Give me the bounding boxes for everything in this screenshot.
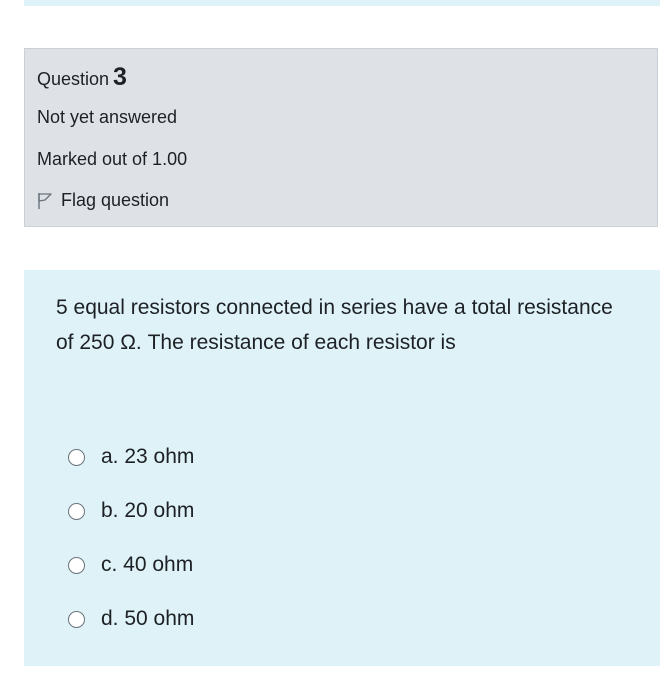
previous-question-strip [24, 0, 660, 6]
question-number: 3 [113, 63, 127, 91]
radio-button-d[interactable] [68, 610, 85, 628]
answer-label-b: b. 20 ohm [101, 499, 195, 522]
answer-option-b[interactable]: b. 20 ohm [68, 484, 194, 538]
radio-button-a[interactable] [68, 448, 85, 466]
radio-button-c[interactable] [68, 556, 85, 574]
answer-label-c: c. 40 ohm [101, 553, 194, 576]
answer-option-c[interactable]: c. 40 ohm [68, 538, 194, 592]
answer-option-d[interactable]: d. 50 ohm [68, 592, 194, 646]
radio-button-b[interactable] [68, 502, 85, 520]
question-text: 5 equal resistors connected in series ha… [56, 296, 613, 354]
answer-label-d: d. 50 ohm [101, 607, 195, 630]
flag-question-button[interactable]: Flag question [37, 190, 169, 211]
question-info-panel: Question 3 Not yet answered Marked out of… [24, 48, 658, 227]
question-state: Not yet answered [37, 107, 178, 127]
question-heading: Question 3 [37, 63, 127, 92]
flag-question-label: Flag question [61, 190, 170, 210]
answer-label-a: a. 23 ohm [101, 445, 195, 468]
question-content-panel: 5 equal resistors connected in series ha… [24, 270, 660, 666]
answer-option-a[interactable]: a. 23 ohm [68, 430, 194, 484]
answer-list: a. 23 ohm b. 20 ohm c. 40 ohm d. 50 ohm [68, 430, 194, 646]
question-label: Question [37, 69, 110, 89]
flag-icon [37, 192, 53, 210]
question-grade: Marked out of 1.00 [37, 149, 188, 169]
